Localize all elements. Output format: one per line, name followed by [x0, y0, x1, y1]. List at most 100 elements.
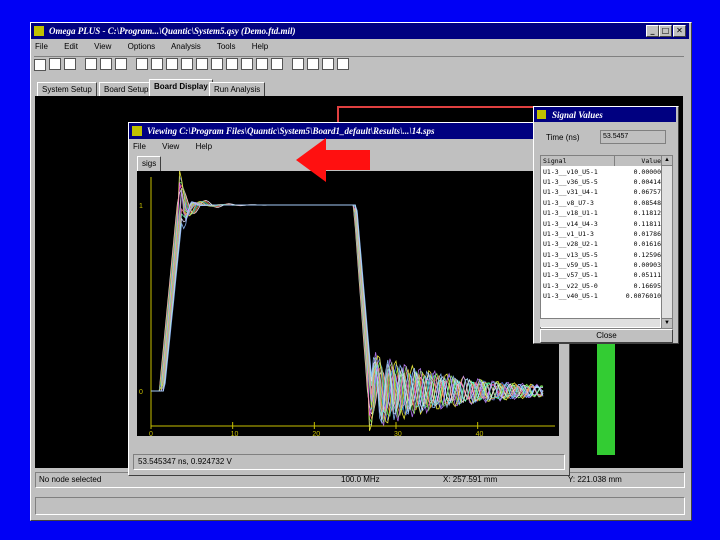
cursor-readout-bar: 53.545347 ns, 0.924732 V [133, 454, 565, 470]
signal-values-titlebar[interactable]: Signal Values [534, 107, 676, 122]
waveform-icon[interactable] [307, 58, 319, 70]
save-icon[interactable] [64, 58, 76, 70]
minimize-icon[interactable]: _ [646, 25, 659, 37]
table-row[interactable]: U1-3__v40_U5-1 0.0076010 [541, 291, 663, 301]
status-message: No node selected [39, 475, 102, 484]
signal-name: U1-3__v40_U5-1 [543, 292, 598, 301]
waveform-trace [151, 202, 544, 413]
waveform-trace [151, 189, 544, 423]
cut-icon[interactable] [85, 58, 97, 70]
menu-file[interactable]: File [35, 42, 48, 51]
menu-options[interactable]: Options [128, 42, 156, 51]
main-toolbar [34, 56, 684, 73]
tab-sigs[interactable]: sigs [137, 156, 162, 171]
open-file-icon[interactable] [49, 58, 61, 70]
signal-name: U1-3__v59_U5-1 [543, 261, 598, 270]
table-row[interactable]: U1-3__v1_U1-3 0.01786 [541, 229, 663, 239]
tab-run-analysis[interactable]: Run Analysis [209, 82, 266, 97]
main-window-title: Omega PLUS - C:\Program...\Quantic\Syste… [49, 26, 296, 36]
scroll-up-icon[interactable]: ▲ [662, 156, 672, 166]
pan-icon[interactable] [226, 58, 238, 70]
signal-values-table: Signal Value U1-3__v10_U5-1 0.00000 U1-3__… [541, 156, 663, 301]
table-row[interactable]: U1-3__v28_U2-1 0.01616 [541, 239, 663, 249]
help-icon[interactable] [337, 58, 349, 70]
table-row[interactable]: U1-3__v59_U5-1 0.00903 [541, 260, 663, 270]
col-signal-header[interactable]: Signal [541, 156, 615, 167]
x-tick-label: 30 [394, 431, 402, 436]
menu-tools[interactable]: Tools [217, 42, 236, 51]
signal-name: U1-3__v57_U5-1 [543, 271, 598, 280]
tab-board-setup[interactable]: Board Setup [99, 82, 154, 97]
menu-help[interactable]: Help [252, 42, 268, 51]
time-label: Time (ns) [546, 133, 580, 142]
tab-board-display[interactable]: Board Display [149, 79, 213, 97]
run-icon[interactable] [292, 58, 304, 70]
layers-icon[interactable] [271, 58, 283, 70]
signal-value: 0.00414 [633, 177, 661, 186]
app-icon [34, 26, 44, 36]
menu-view[interactable]: View [94, 42, 111, 51]
probe-icon[interactable] [181, 58, 193, 70]
x-tick-label: 0 [149, 431, 153, 436]
new-file-icon[interactable] [34, 59, 46, 71]
scroll-down-icon[interactable]: ▼ [662, 318, 672, 328]
signal-table-hscrollbar[interactable] [540, 318, 660, 327]
waveform-trace [151, 182, 544, 416]
table-header: Signal Value [541, 156, 663, 167]
settings-icon[interactable] [322, 58, 334, 70]
time-input[interactable]: 53.5457 [600, 130, 666, 144]
viewing-menu-file[interactable]: File [133, 142, 146, 151]
viewing-menu-view[interactable]: View [162, 142, 179, 151]
waveform-plot[interactable]: 0 10 20 30 4010 [137, 171, 559, 436]
maximize-icon[interactable]: □ [659, 25, 672, 37]
signal-value: 0.12596 [633, 250, 661, 259]
signal-name: U1-3__v31_U4-1 [543, 188, 598, 197]
zoom-icon[interactable] [211, 58, 223, 70]
table-row[interactable]: U1-3__v8_U7-3 0.08548 [541, 198, 663, 208]
component-icon[interactable] [151, 58, 163, 70]
viewing-menu-help[interactable]: Help [196, 142, 212, 151]
signal-table-scrollbar[interactable]: ▲ ▼ [661, 155, 673, 329]
signal-name: U1-3__v1_U1-3 [543, 229, 594, 238]
x-tick-label: 20 [312, 431, 320, 436]
viewing-titlebar[interactable]: Viewing C:\Program Files\Quantic\System5… [129, 123, 567, 139]
select-icon[interactable] [136, 58, 148, 70]
table-row[interactable]: U1-3__v13_U5-5 0.12596 [541, 250, 663, 260]
grid-icon[interactable] [256, 58, 268, 70]
signal-value: 0.11811 [633, 219, 661, 228]
signal-value: 0.11812 [633, 209, 661, 218]
signal-name: U1-3__v13_U5-5 [543, 250, 598, 259]
plot-area[interactable]: 0 10 20 30 40 1 0 [137, 171, 559, 436]
table-row[interactable]: U1-3__v36_U5-5 0.00414 [541, 177, 663, 187]
copy-icon[interactable] [100, 58, 112, 70]
signal-name: U1-3__v22_U5-0 [543, 281, 598, 290]
col-value-header[interactable]: Value [614, 156, 663, 166]
signal-value: 0.16695 [633, 281, 661, 290]
main-titlebar[interactable]: Omega PLUS - C:\Program...\Quantic\Syste… [31, 23, 689, 39]
table-row[interactable]: U1-3__v57_U5-1 0.05111 [541, 270, 663, 280]
table-row[interactable]: U1-3__v31_U4-1 0.06757 [541, 187, 663, 197]
wire-icon[interactable] [166, 58, 178, 70]
signal-value: 0.08548 [633, 198, 661, 207]
paste-icon[interactable] [115, 58, 127, 70]
signal-name: U1-3__v18_U1-1 [543, 209, 598, 218]
table-row[interactable]: U1-3__v18_U1-1 0.11812 [541, 208, 663, 218]
measure-icon[interactable] [196, 58, 208, 70]
table-row[interactable]: U1-3__v10_U5-1 0.00000 [541, 166, 663, 176]
fit-icon[interactable] [241, 58, 253, 70]
x-tick-label: 10 [231, 431, 239, 436]
close-icon[interactable]: ✕ [673, 25, 686, 37]
table-row[interactable]: U1-3__v14_U4-3 0.11811 [541, 218, 663, 228]
close-button[interactable]: Close [540, 329, 673, 343]
table-row[interactable]: U1-3__v22_U5-0 0.16695 [541, 281, 663, 291]
menu-analysis[interactable]: Analysis [171, 42, 201, 51]
menu-edit[interactable]: Edit [64, 42, 78, 51]
signal-name: U1-3__v8_U7-3 [543, 198, 594, 207]
signal-value: 0.00000 [633, 167, 661, 176]
signal-value: 0.01616 [633, 240, 661, 249]
signal-name: U1-3__v14_U4-3 [543, 219, 598, 228]
tab-system-setup[interactable]: System Setup [37, 82, 97, 97]
cursor-readout: 53.545347 ns, 0.924732 V [138, 457, 232, 466]
signal-value: 0.05111 [633, 271, 661, 280]
signal-name: U1-3__v36_U5-5 [543, 177, 598, 186]
